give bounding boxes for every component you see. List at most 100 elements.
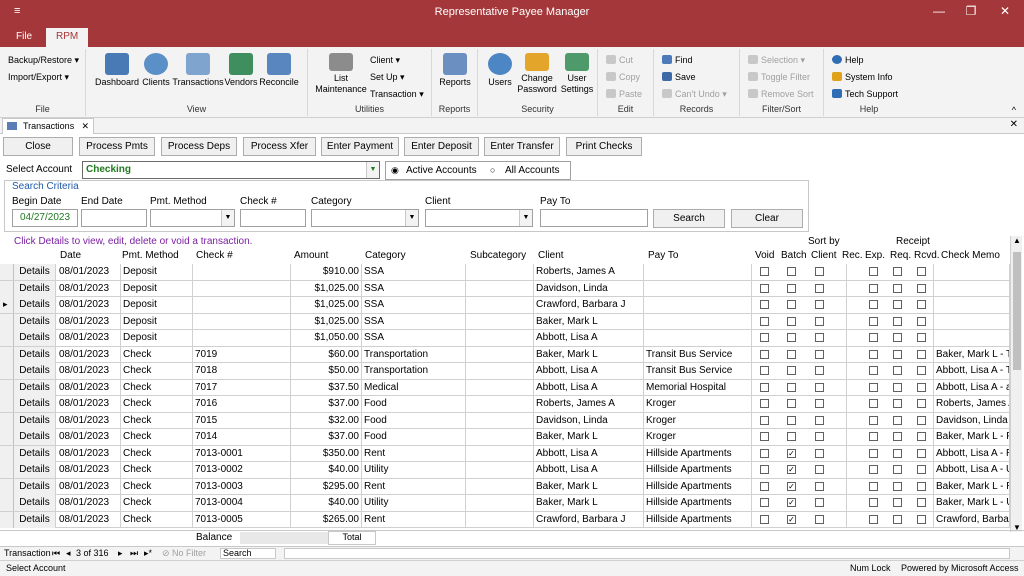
void-checkbox[interactable] <box>760 382 769 392</box>
req-checkbox[interactable] <box>893 465 902 474</box>
cell-check[interactable]: 7013-0004 <box>193 495 291 511</box>
tab-file[interactable]: File <box>6 26 42 47</box>
cell-client[interactable]: Abbott, Lisa A <box>534 462 644 478</box>
row-selector[interactable] <box>0 478 14 495</box>
rcvd-checkbox[interactable] <box>917 382 926 392</box>
rcvd-checkbox[interactable] <box>917 399 926 408</box>
cell-client[interactable]: Crawford, Barbara J <box>534 511 644 528</box>
minimize-icon[interactable]: — <box>924 4 954 18</box>
cell-pmt[interactable]: Deposit <box>121 330 193 346</box>
details-button[interactable]: Details <box>14 363 56 379</box>
rcvd-checkbox[interactable] <box>917 349 926 359</box>
copy-button[interactable]: Copy <box>606 72 640 82</box>
cell-amount[interactable]: $1,025.00 <box>291 313 362 330</box>
cell-category[interactable]: Utility <box>362 462 466 478</box>
req-checkbox[interactable] <box>893 481 902 491</box>
batch-checkbox[interactable] <box>787 382 796 392</box>
cell-date[interactable]: 08/01/2023 <box>57 429 121 445</box>
rcvd-checkbox[interactable] <box>917 366 926 375</box>
cell-amount[interactable]: $37.50 <box>291 379 362 396</box>
cell-pmt[interactable]: Check <box>121 429 193 445</box>
req-checkbox[interactable] <box>893 448 902 458</box>
cell-amount[interactable]: $37.00 <box>291 429 362 445</box>
cell-client[interactable]: Abbott, Lisa A <box>534 330 644 346</box>
batch-checkbox[interactable] <box>787 333 796 342</box>
cell-client[interactable]: Baker, Mark L <box>534 478 644 495</box>
sort-client-checkbox[interactable] <box>815 481 824 491</box>
cell-payto[interactable] <box>644 313 752 330</box>
cell-pmt[interactable]: Deposit <box>121 264 193 280</box>
batch-checkbox[interactable] <box>787 283 796 293</box>
cell-amount[interactable]: $295.00 <box>291 478 362 495</box>
restore-icon[interactable]: ❐ <box>956 4 986 18</box>
row-selector[interactable]: ▸ <box>0 297 14 313</box>
cell-pmt[interactable]: Check <box>121 445 193 462</box>
cell-client[interactable]: Roberts, James A <box>534 264 644 280</box>
cell-subcategory[interactable] <box>466 412 534 429</box>
cell-client[interactable]: Roberts, James A <box>534 396 644 412</box>
cell-check[interactable]: 7016 <box>193 396 291 412</box>
req-checkbox[interactable] <box>893 349 902 359</box>
cell-payto[interactable] <box>644 297 752 313</box>
cell-client[interactable]: Abbott, Lisa A <box>534 363 644 379</box>
row-selector[interactable] <box>0 495 14 511</box>
row-selector[interactable] <box>0 396 14 412</box>
req-checkbox[interactable] <box>893 267 902 276</box>
col-pay-to[interactable]: Pay To <box>648 250 678 261</box>
dashboard-button[interactable]: Dashboard <box>94 53 140 88</box>
col-subcategory[interactable]: Subcategory <box>470 250 526 261</box>
details-button[interactable]: Details <box>14 462 56 478</box>
cell-subcategory[interactable] <box>466 297 534 313</box>
cell-date[interactable]: 08/01/2023 <box>57 511 121 528</box>
details-button[interactable]: Details <box>14 379 56 396</box>
col-amount[interactable]: Amount <box>294 250 328 261</box>
cell-pmt[interactable]: Check <box>121 396 193 412</box>
remove-sort-button[interactable]: Remove Sort <box>748 89 814 99</box>
col-date[interactable]: Date <box>60 250 81 261</box>
record-counter[interactable]: 3 of 316 <box>76 548 109 558</box>
details-button[interactable]: Details <box>14 264 56 280</box>
details-button[interactable]: Details <box>14 396 56 412</box>
sort-client-checkbox[interactable] <box>815 448 824 458</box>
cell-check[interactable]: 7013-0001 <box>193 445 291 462</box>
sort-client-checkbox[interactable] <box>815 366 824 375</box>
sort-client-checkbox[interactable] <box>815 382 824 392</box>
req-checkbox[interactable] <box>893 382 902 392</box>
cell-subcategory[interactable] <box>466 280 534 297</box>
enter-transfer-button[interactable]: Enter Transfer <box>484 137 560 156</box>
enter-deposit-button[interactable]: Enter Deposit <box>404 137 479 156</box>
close-button[interactable]: Close <box>3 137 73 156</box>
cell-amount[interactable]: $60.00 <box>291 346 362 363</box>
check-no-input[interactable] <box>240 209 306 227</box>
cell-subcategory[interactable] <box>466 495 534 511</box>
rcvd-checkbox[interactable] <box>917 514 926 524</box>
batch-checkbox[interactable] <box>787 300 796 309</box>
cell-date[interactable]: 08/01/2023 <box>57 495 121 511</box>
cell-client[interactable]: Crawford, Barbara J <box>534 297 644 313</box>
cell-amount[interactable]: $40.00 <box>291 462 362 478</box>
clients-button[interactable]: Clients <box>140 53 172 88</box>
void-checkbox[interactable] <box>760 514 769 524</box>
col-check-no[interactable]: Check # <box>196 250 233 261</box>
void-checkbox[interactable] <box>760 349 769 359</box>
rcvd-checkbox[interactable] <box>917 300 926 309</box>
void-checkbox[interactable] <box>760 432 769 441</box>
void-checkbox[interactable] <box>760 481 769 491</box>
cell-category[interactable]: Rent <box>362 445 466 462</box>
import-export-button[interactable]: Import/Export ▾ <box>8 72 69 83</box>
row-selector[interactable] <box>0 412 14 429</box>
cell-check[interactable]: 7017 <box>193 379 291 396</box>
col-void[interactable]: Void <box>755 250 774 261</box>
reconcile-button[interactable]: Reconcile <box>258 53 300 88</box>
details-button[interactable]: Details <box>14 346 56 363</box>
cell-category[interactable]: Food <box>362 412 466 429</box>
row-selector[interactable] <box>0 511 14 528</box>
rcvd-checkbox[interactable] <box>917 481 926 491</box>
cell-memo[interactable]: Baker, Mark L - T <box>934 346 1010 363</box>
print-checks-button[interactable]: Print Checks <box>566 137 642 156</box>
cell-memo[interactable] <box>934 264 1010 280</box>
change-password-button[interactable]: Change Password <box>516 53 558 95</box>
exp-checkbox[interactable] <box>869 333 878 342</box>
next-record-icon[interactable]: ▸ <box>118 548 123 559</box>
process-xfer-button[interactable]: Process Xfer <box>243 137 316 156</box>
